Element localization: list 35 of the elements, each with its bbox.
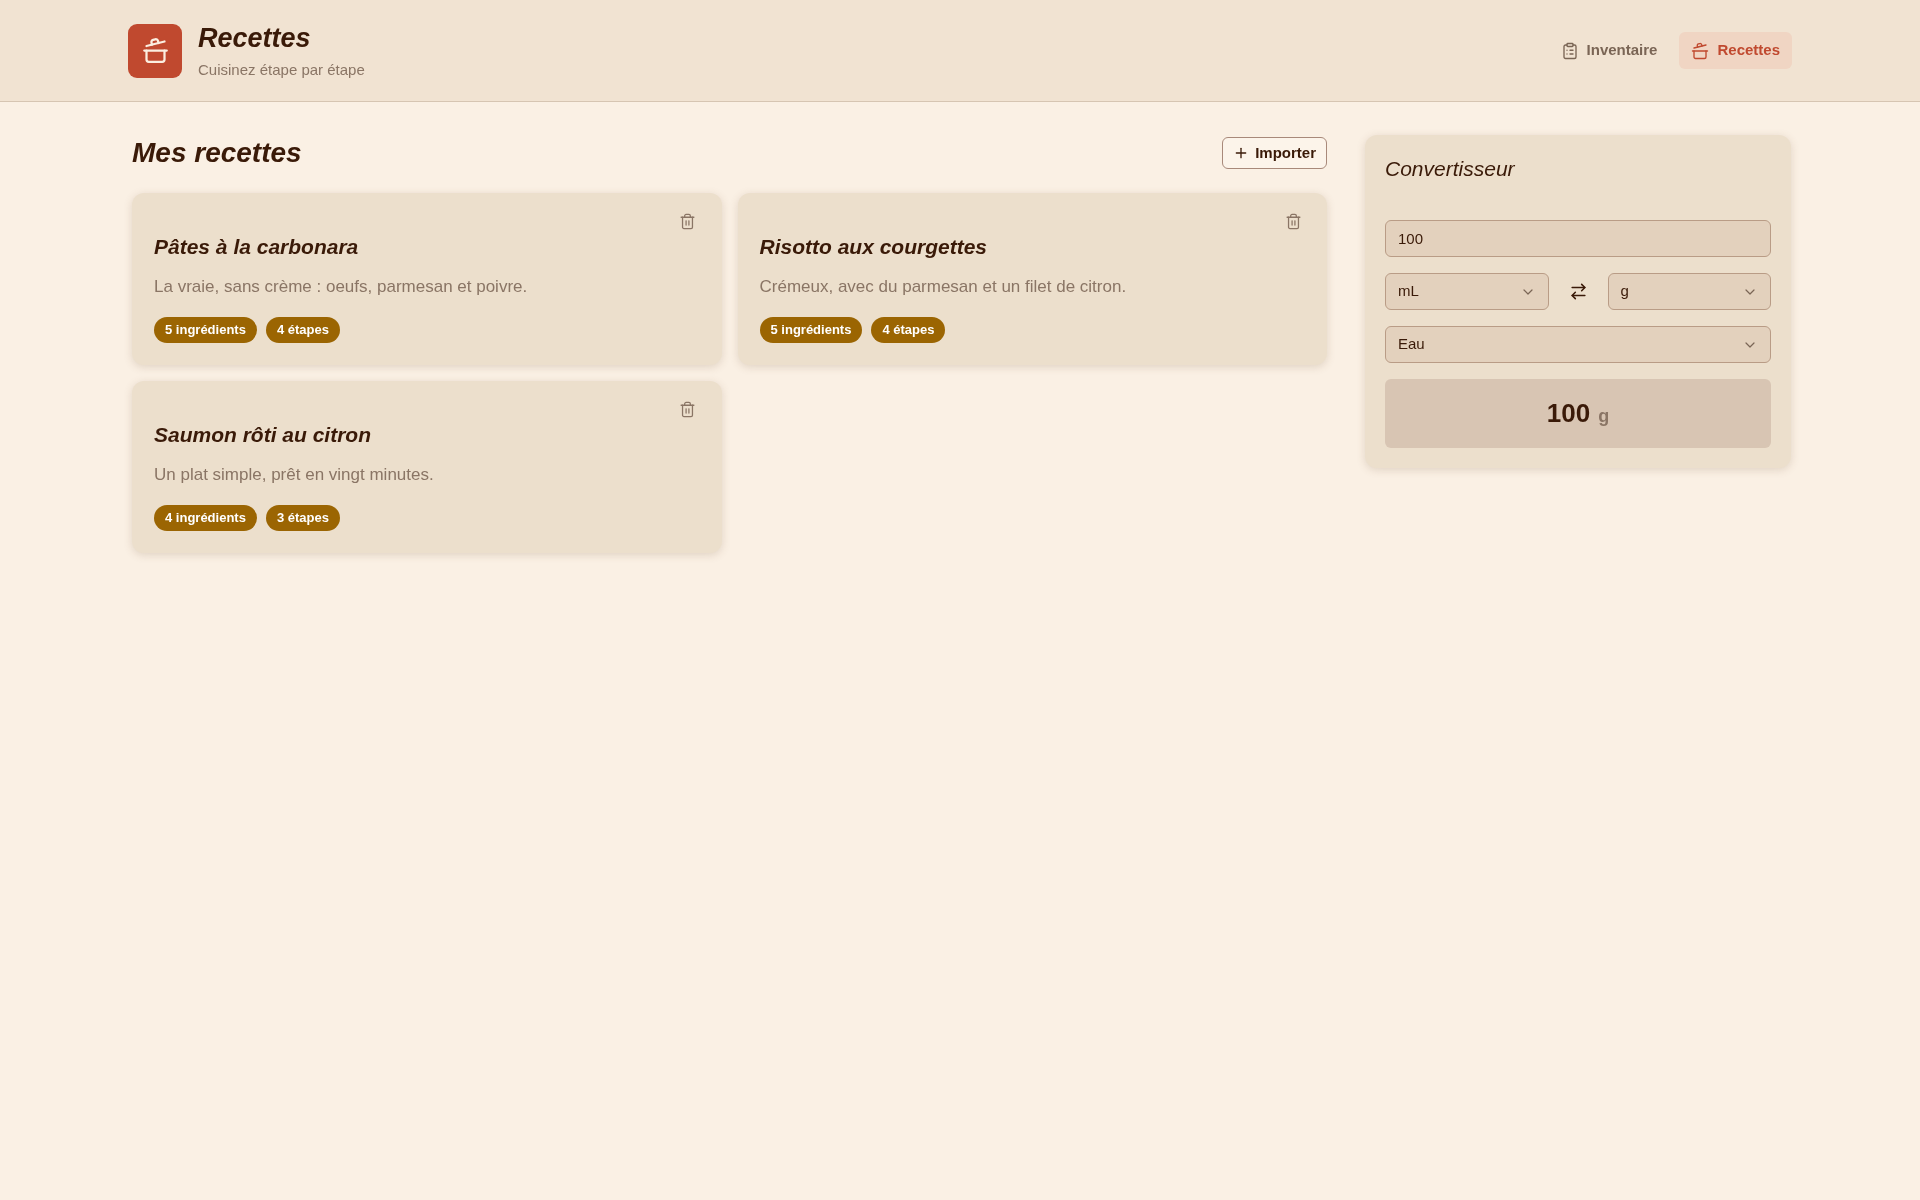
trash-icon [1284,212,1302,230]
ingredient-select[interactable]: Eau [1385,326,1771,363]
recipe-description: Un plat simple, prêt en vingt minutes. [154,464,435,486]
recipe-description: Crémeux, avec du parmesan et un filet de citron. [759,276,1128,298]
clipboard-icon [1560,41,1579,60]
app-subtitle: Cuisinez étape par étape [198,59,365,80]
recipe-tag: 5 ingrédients [759,317,863,343]
recipe-tag: 4 étapes [265,317,340,343]
trash-icon [679,212,696,230]
cooking-pot-icon [128,23,182,78]
unit-select[interactable]: g [1607,273,1771,310]
recipe-title: Risotto aux courgettes [759,234,989,260]
section-title: Mes recettes [132,137,302,169]
import-button[interactable]: Importer [1222,137,1327,169]
recipe-tag: 4 ingrédients [154,505,257,531]
nav-tab[interactable]: Inventaire [1548,32,1670,69]
converter-title: Convertisseur [1385,156,1516,182]
recipe-description: La vraie, sans crème : oeufs, parmesan et poivre. [154,276,529,298]
cooking-pot-icon [1691,41,1710,60]
swap-icon[interactable] [1568,282,1588,301]
recipe-card[interactable]: Risotto aux courgettes Crémeux, avec du parmesan et un filet de citron. 5 ingrédients 4 étapes [737,193,1327,365]
recipe-title: Pâtes à la carbonara [154,234,360,260]
amount-input[interactable]: 100 [1385,220,1771,257]
recipe-card[interactable]: Saumon rôti au citron Un plat simple, prêt en vingt minutes. 4 ingrédients 3 étapes [132,381,722,553]
recipe-tag: 3 étapes [265,505,340,531]
result-value: 100 [1546,397,1591,430]
result-unit: g [1598,405,1610,428]
trash-icon [679,400,696,418]
recipe-tag: 5 ingrédients [154,317,257,343]
unit-select[interactable]: mL [1385,273,1549,310]
recipe-tag: 4 étapes [871,317,946,343]
nav-tab[interactable]: Recettes [1679,32,1792,69]
app-title: Recettes [198,21,312,54]
recipe-title: Saumon rôti au citron [154,422,372,448]
recipe-card[interactable]: Pâtes à la carbonara La vraie, sans crème : oeufs, parmesan et poivre. 5 ingrédients 4 étapes [132,193,722,365]
